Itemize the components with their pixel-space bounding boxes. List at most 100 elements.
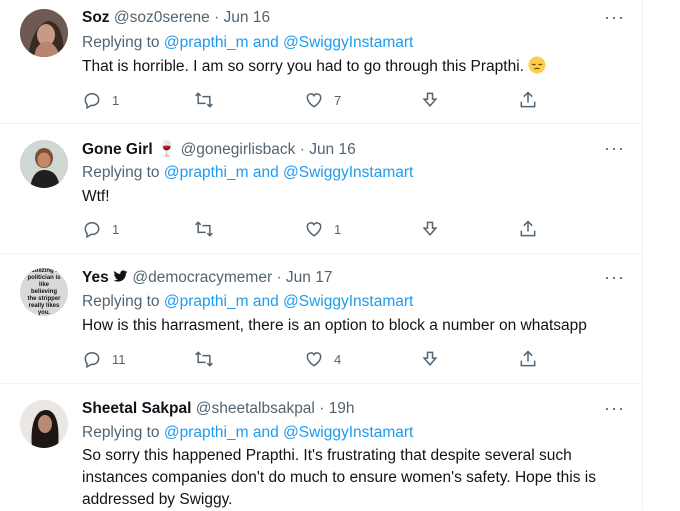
reply-button[interactable]: 11 [82, 349, 126, 369]
more-icon[interactable]: ··· [604, 7, 625, 28]
like-button[interactable]: 1 [304, 219, 341, 239]
download-icon [422, 92, 438, 107]
tweet-header: Yes @democracymemer · Jun 17 [82, 269, 332, 287]
display-name[interactable]: Yes [82, 269, 109, 286]
mention-link[interactable]: @prapthi_m [164, 293, 249, 310]
retweet-icon [195, 351, 213, 367]
timestamp[interactable]: Jun 17 [286, 269, 333, 286]
share-button[interactable] [518, 90, 538, 110]
mention-and[interactable]: and [253, 164, 279, 181]
more-icon[interactable]: ··· [604, 138, 625, 159]
tweet-body-line: So sorry this happened Prapthi. It's fru… [82, 447, 572, 464]
pensive-face-emoji-icon [528, 56, 546, 74]
timestamp[interactable]: Jun 16 [224, 9, 271, 26]
tweet-body-line: instances companies don't do much to ens… [82, 469, 596, 486]
separator: · [276, 269, 282, 286]
tweet-actions: 11 4 [82, 349, 552, 371]
tweet-text: So sorry this happened Prapthi. It's fru… [82, 445, 632, 511]
share-icon [520, 91, 536, 108]
download-button[interactable] [420, 90, 440, 110]
tweet-text: Wtf! [82, 186, 622, 208]
timestamp[interactable]: Jun 16 [309, 141, 356, 158]
tweet-header: Sheetal Sakpal @sheetalbsakpal · 19h [82, 400, 355, 418]
replying-to: Replying to @prapthi_m and @SwiggyInstam… [82, 424, 413, 442]
retweet-button[interactable] [194, 219, 224, 239]
mention-link[interactable]: @SwiggyInstamart [283, 164, 413, 181]
like-icon [306, 352, 322, 367]
avatar-caption: Idolizing a politician is like believing… [27, 268, 61, 316]
reply-count: 1 [112, 92, 120, 108]
handle[interactable]: @gonegirlisback [181, 141, 296, 158]
like-count: 7 [334, 92, 342, 108]
separator: · [319, 400, 325, 417]
handle[interactable]: @democracymemer [132, 269, 272, 286]
replying-prefix: Replying to [82, 164, 160, 181]
tweet-sheetal-sakpal[interactable]: Sheetal Sakpal @sheetalbsakpal · 19h ···… [0, 384, 642, 510]
reply-count: 1 [112, 221, 120, 237]
share-icon [520, 350, 536, 367]
avatar[interactable] [20, 9, 68, 57]
twitter-bird-icon [113, 270, 128, 283]
timestamp[interactable]: 19h [329, 400, 355, 417]
tweet-header: Gone Girl 🍷 @gonegirlisback · Jun 16 [82, 140, 356, 159]
retweet-button[interactable] [194, 90, 224, 110]
share-button[interactable] [518, 349, 538, 369]
tweet-actions: 1 1 [82, 219, 552, 241]
display-name[interactable]: Gone Girl [82, 141, 153, 158]
display-name[interactable]: Soz [82, 9, 110, 26]
tweet-gone-girl[interactable]: Gone Girl 🍷 @gonegirlisback · Jun 16 ···… [0, 124, 642, 254]
mention-link[interactable]: @SwiggyInstamart [283, 293, 413, 310]
tweet-actions: 1 7 [82, 90, 552, 112]
like-button[interactable]: 7 [304, 90, 341, 110]
avatar[interactable] [20, 140, 68, 188]
reply-button[interactable]: 1 [82, 219, 119, 239]
like-icon [306, 93, 322, 108]
tweet-header: Soz @soz0serene · Jun 16 [82, 9, 270, 27]
tweet-body: That is horrible. I am so sorry you had … [82, 58, 524, 75]
reply-icon [84, 92, 100, 110]
tweet-text: That is horrible. I am so sorry you had … [82, 56, 622, 78]
like-count: 1 [334, 221, 342, 237]
tweet-body: How is this harrasment, there is an opti… [82, 317, 587, 334]
mention-link[interactable]: @prapthi_m [164, 424, 249, 441]
replying-prefix: Replying to [82, 34, 160, 51]
mention-and[interactable]: and [253, 293, 279, 310]
mention-and[interactable]: and [253, 34, 279, 51]
retweet-button[interactable] [194, 349, 224, 369]
replying-to: Replying to @prapthi_m and @SwiggyInstam… [82, 293, 413, 311]
reply-icon [84, 221, 100, 239]
mention-and[interactable]: and [253, 424, 279, 441]
like-button[interactable]: 4 [304, 349, 341, 369]
tweet-text: How is this harrasment, there is an opti… [82, 315, 627, 337]
handle[interactable]: @soz0serene [114, 9, 210, 26]
reply-icon [84, 351, 100, 369]
reply-button[interactable]: 1 [82, 90, 119, 110]
like-count: 4 [334, 351, 342, 367]
mention-link[interactable]: @prapthi_m [164, 164, 249, 181]
download-button[interactable] [420, 219, 440, 239]
handle[interactable]: @sheetalbsakpal [196, 400, 315, 417]
display-name[interactable]: Sheetal Sakpal [82, 400, 191, 417]
reply-count: 11 [112, 351, 126, 367]
more-icon[interactable]: ··· [604, 398, 625, 419]
avatar[interactable] [20, 400, 68, 448]
share-button[interactable] [518, 219, 538, 239]
wine-glass-icon: 🍷 [156, 141, 177, 158]
mention-link[interactable]: @SwiggyInstamart [283, 424, 413, 441]
tweet-body: Wtf! [82, 188, 110, 205]
share-icon [520, 220, 536, 237]
retweet-icon [195, 92, 213, 108]
reply-feed: Soz @soz0serene · Jun 16 ··· Replying to… [0, 0, 643, 510]
separator: · [214, 9, 220, 26]
tweet-soz[interactable]: Soz @soz0serene · Jun 16 ··· Replying to… [0, 0, 642, 124]
download-icon [422, 351, 438, 366]
download-button[interactable] [420, 349, 440, 369]
retweet-icon [195, 221, 213, 237]
tweet-yes[interactable]: Idolizing a politician is like believing… [0, 254, 642, 384]
avatar[interactable]: Idolizing a politician is like believing… [20, 268, 68, 316]
more-icon[interactable]: ··· [604, 267, 625, 288]
tweet-body-line: addressed by Swiggy. [82, 491, 233, 508]
mention-link[interactable]: @SwiggyInstamart [283, 34, 413, 51]
mention-link[interactable]: @prapthi_m [164, 34, 249, 51]
replying-prefix: Replying to [82, 424, 160, 441]
